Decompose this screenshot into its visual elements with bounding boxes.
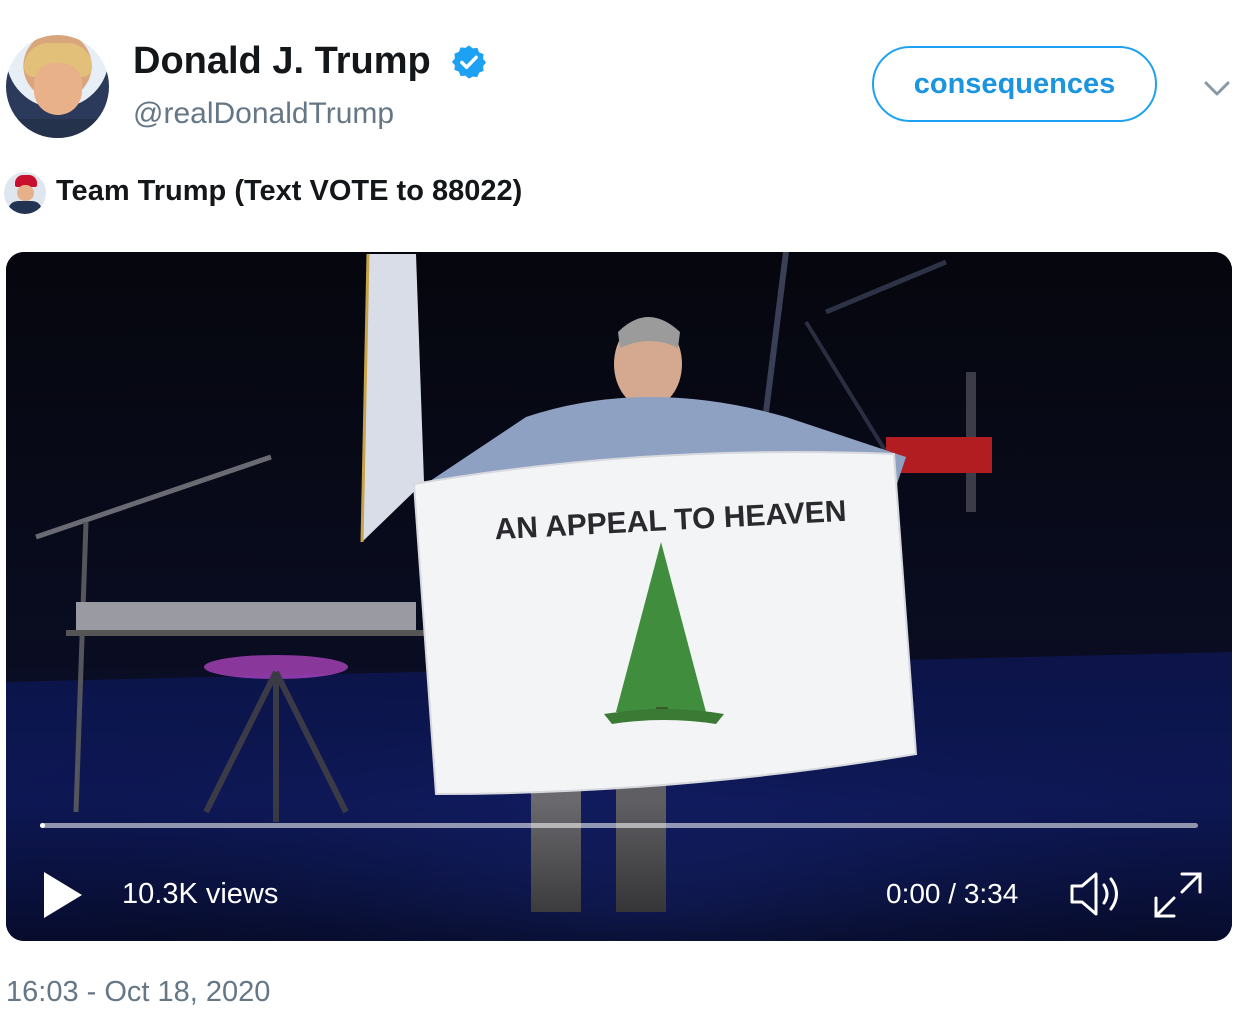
avatar-face — [34, 63, 82, 115]
volume-icon[interactable] — [1068, 868, 1126, 920]
user-handle[interactable]: @realDonaldTrump — [133, 97, 394, 131]
progress-bar[interactable] — [40, 823, 1198, 828]
view-count: 10.3K views — [122, 878, 279, 910]
progress-fill — [40, 823, 45, 828]
tweet-timestamp[interactable]: 16:03 - Oct 18, 2020 — [6, 976, 270, 1009]
controls-overlay — [6, 801, 1232, 941]
profile-avatar[interactable] — [6, 35, 109, 138]
play-icon[interactable] — [42, 870, 84, 920]
time-display: 0:00 / 3:34 — [886, 878, 1019, 909]
chevron-down-icon[interactable] — [1198, 74, 1236, 102]
retweeter-avatar[interactable] — [4, 172, 46, 214]
retweeter-name[interactable]: Team Trump (Text VOTE to 88022) — [56, 175, 522, 208]
avatar-suit — [6, 119, 109, 138]
avatar-face — [17, 185, 34, 201]
display-name[interactable]: Donald J. Trump — [133, 40, 431, 83]
verified-badge-icon — [451, 45, 487, 79]
avatar-body — [8, 201, 42, 214]
video-player[interactable]: AN APPEAL TO HEAVEN 10.3K views 0:00 / 3… — [6, 252, 1232, 941]
fullscreen-icon[interactable] — [1152, 870, 1204, 920]
follow-button[interactable]: consequences — [872, 46, 1157, 122]
